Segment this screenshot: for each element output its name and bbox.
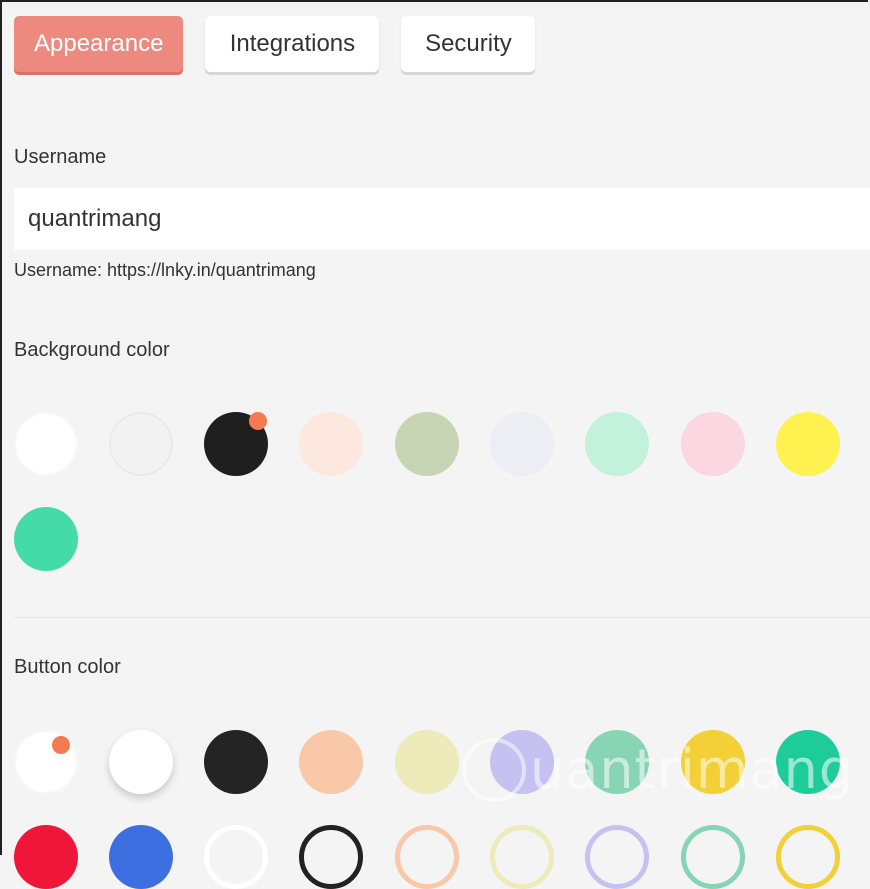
background-swatch-3[interactable] (299, 412, 363, 476)
button-swatch-5[interactable] (490, 730, 554, 794)
selected-marker-icon (249, 412, 267, 430)
button-swatch-16[interactable] (681, 825, 745, 889)
background-swatch-7[interactable] (681, 412, 745, 476)
tab-integrations[interactable]: Integrations (205, 16, 380, 72)
background-swatch-8[interactable] (776, 412, 840, 476)
username-input[interactable] (14, 188, 870, 250)
button-swatch-1[interactable] (109, 730, 173, 794)
button-swatch-11[interactable] (204, 825, 268, 889)
tab-security[interactable]: Security (401, 16, 536, 72)
background-swatch-5[interactable] (490, 412, 554, 476)
button-swatch-4[interactable] (395, 730, 459, 794)
section-divider (14, 617, 870, 618)
button-swatch-12[interactable] (299, 825, 363, 889)
button-swatch-15[interactable] (585, 825, 649, 889)
username-label: Username (14, 146, 107, 168)
button-swatch-17[interactable] (776, 825, 840, 889)
tab-appearance[interactable]: Appearance (14, 16, 184, 72)
button-swatch-9[interactable] (14, 825, 78, 889)
username-hint: Username: https://lnky.in/quantrimang (14, 260, 316, 280)
selected-marker-icon (52, 736, 70, 754)
button-color-label: Button color (14, 656, 121, 678)
button-swatch-6[interactable] (585, 730, 649, 794)
button-swatch-3[interactable] (299, 730, 363, 794)
background-color-label: Background color (14, 339, 170, 361)
button-swatch-8[interactable] (776, 730, 840, 794)
background-swatch-9[interactable] (14, 507, 78, 571)
button-swatch-2[interactable] (204, 730, 268, 794)
background-swatch-6[interactable] (585, 412, 649, 476)
tab-bar: Appearance Integrations Security (14, 16, 536, 72)
background-swatch-1[interactable] (109, 412, 173, 476)
background-swatch-4[interactable] (395, 412, 459, 476)
button-swatch-7[interactable] (681, 730, 745, 794)
background-swatch-0[interactable] (14, 412, 78, 476)
button-swatch-13[interactable] (395, 825, 459, 889)
button-swatch-10[interactable] (109, 825, 173, 889)
button-swatch-14[interactable] (490, 825, 554, 889)
